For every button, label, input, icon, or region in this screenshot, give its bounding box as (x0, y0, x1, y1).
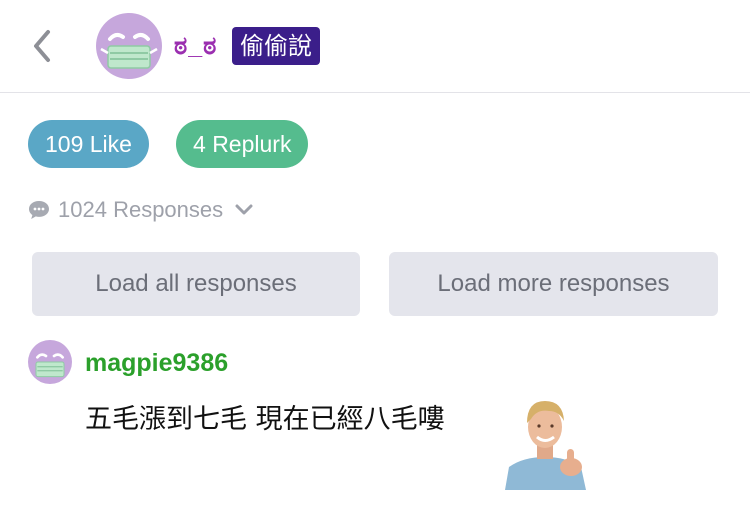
back-button[interactable] (28, 28, 58, 64)
poster-avatar[interactable] (96, 13, 162, 79)
replurk-label: Replurk (212, 131, 292, 157)
responses-label: Responses (113, 197, 224, 222)
thumbs-up-man-icon (501, 393, 590, 490)
like-count: 109 (45, 131, 84, 157)
poster-nickname[interactable]: ಠ_ಠ (174, 32, 217, 61)
replurk-button[interactable]: 4 Replurk (176, 120, 309, 168)
responses-toggle[interactable]: 1024 Responses (28, 197, 261, 223)
responses-count: 1024 (58, 197, 107, 222)
like-label: Like (89, 131, 132, 157)
masked-face-avatar-icon (96, 13, 162, 79)
speech-bubble-icon (29, 201, 49, 219)
responder-username[interactable]: magpie9386 (85, 349, 228, 378)
like-button[interactable]: 109 Like (28, 120, 149, 168)
replurk-count: 4 (193, 131, 206, 157)
chevron-left-icon (34, 30, 50, 62)
thumbs-up-man-emoticon (501, 393, 590, 490)
load-more-responses-button[interactable]: Load more responses (389, 252, 718, 316)
plurk-header: ಠ_ಠ 偷偷說 (0, 0, 750, 93)
responder-avatar[interactable] (28, 340, 72, 384)
masked-face-avatar-icon (28, 340, 72, 384)
response-text: 五毛漲到七毛 現在已經八毛嘍 (85, 404, 445, 435)
load-all-responses-button[interactable]: Load all responses (32, 252, 360, 316)
chevron-down-icon (235, 204, 253, 215)
anonymous-badge: 偷偷說 (232, 27, 320, 65)
